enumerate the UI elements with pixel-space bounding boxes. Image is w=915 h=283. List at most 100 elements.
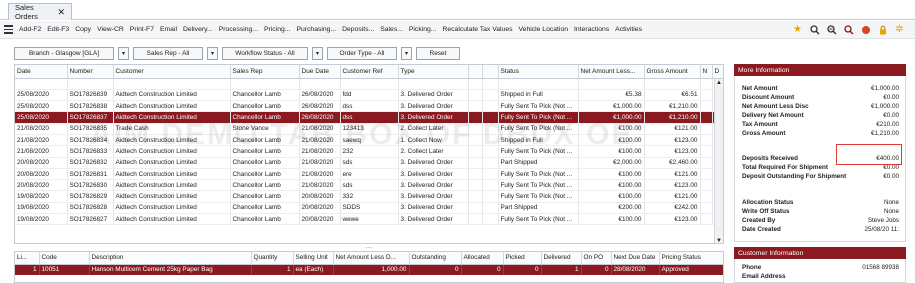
lines-header-picked[interactable]: Picked (503, 252, 542, 265)
lines-header-description[interactable]: Description (89, 252, 252, 265)
lines-header-net-amount[interactable]: Net Amount Less D... (333, 252, 410, 265)
col-header-sales-rep[interactable]: Sales Rep (230, 65, 300, 79)
col-header-customer[interactable]: Customer (113, 65, 231, 79)
sales-rep-filter[interactable]: Sales Rep - All (133, 47, 203, 60)
col-header-blank-1[interactable] (468, 65, 483, 79)
col-header-status[interactable]: Status (498, 65, 579, 79)
settings-icon[interactable]: ✲ (894, 24, 905, 35)
table-row[interactable]: 25/08/2020 SO17826839 Aidtech Construction… (15, 89, 723, 102)
menu-sales[interactable]: Sales... (377, 26, 406, 33)
cell-blank-1 (468, 168, 483, 181)
cell-customer-ref: sds (340, 157, 399, 169)
col-header-customer-ref[interactable]: Customer Ref (340, 65, 399, 79)
cell-number: SO17826838 (67, 100, 114, 113)
cell-customer: Aidtech Construction Limited (113, 168, 231, 181)
lines-header-allocated[interactable]: Allocated (461, 252, 504, 265)
table-row[interactable]: 21/08/2020 SO17826833 Aidtech Construction… (15, 145, 723, 158)
menu-recalculate-tax[interactable]: Recalculate Tax Values (439, 26, 515, 33)
table-row[interactable]: 21/08/2020 SO17826835 Trade Cash Stone Vanc… (15, 123, 723, 135)
info-row-gross-amount: Gross Amount €1,210.00 (742, 130, 899, 137)
lines-header-code[interactable]: Code (39, 252, 90, 265)
cell-blank-1 (468, 100, 483, 113)
menu-add[interactable]: Add-F2 (16, 26, 44, 33)
col-header-n[interactable]: N (700, 65, 713, 79)
menu-picking[interactable]: Picking... (406, 26, 440, 33)
table-row[interactable]: 19/08/2020 SO17826827 Aidtech Construction… (15, 213, 723, 226)
menu-edit[interactable]: Edit-F3 (44, 26, 72, 33)
table-row[interactable]: 20/08/2020 SO17826831 Aidtech Construction… (15, 168, 723, 181)
lines-header-pricing-status[interactable]: Pricing Status (659, 252, 723, 265)
lines-header-delivered[interactable]: Delivered (541, 252, 582, 265)
reset-button[interactable]: Reset (416, 47, 460, 60)
col-header-net-amount[interactable]: Net Amount Less... (578, 65, 645, 79)
cell-gross-amount: €123.00 (644, 179, 701, 192)
menu-pricing[interactable]: Pricing... (261, 26, 293, 33)
cell-sales-rep: Chancellor Lamb (230, 213, 300, 226)
table-row[interactable]: 25/08/2020 SO17826837 Aidtech Construction… (15, 111, 723, 124)
lines-header-on-po[interactable]: On PO (581, 252, 612, 265)
table-row[interactable]: 20/08/2020 SO17826832 Aidtech Construction… (15, 157, 723, 169)
info-row-write-off-status: Write Off Status None (742, 208, 899, 215)
info-row-created-by: Created By Steve Jobs (742, 217, 899, 224)
table-row[interactable]: 25/08/2020 SO17826838 Aidtech Construction… (15, 100, 723, 113)
col-header-number[interactable]: Number (67, 65, 114, 79)
cell-blank-2 (482, 145, 499, 158)
lines-header-outstanding[interactable]: Outstanding (409, 252, 462, 265)
order-type-dropdown-icon[interactable]: ▾ (401, 47, 412, 60)
cell-status: Fully Sent To Pick (Not ... (498, 168, 579, 181)
menu-copy[interactable]: Copy (72, 26, 94, 33)
menu-interactions[interactable]: Interactions (571, 26, 612, 33)
cell-net-amount: €100.00 (578, 123, 645, 135)
cell-status: Fully Sent To Pick (Not ... (498, 123, 579, 135)
tab-sales-orders[interactable]: Sales Orders ✕ (8, 3, 72, 21)
menu-deposits[interactable]: Deposits... (339, 26, 377, 33)
sales-rep-dropdown-icon[interactable]: ▾ (207, 47, 218, 60)
workflow-dropdown-icon[interactable]: ▾ (312, 47, 323, 60)
search-icon[interactable] (809, 24, 820, 35)
star-icon[interactable]: ★ (792, 24, 803, 35)
scroll-up-icon[interactable]: ▲ (716, 80, 722, 86)
lock-icon[interactable] (877, 24, 888, 35)
lines-header-line[interactable]: Li... (15, 252, 40, 265)
workflow-status-filter[interactable]: Workflow Status - All (222, 47, 308, 60)
col-header-type[interactable]: Type (398, 65, 469, 79)
menu-email[interactable]: Email (157, 26, 180, 33)
col-header-blank-2[interactable] (482, 65, 499, 79)
menu-delivery[interactable]: Delivery... (180, 26, 216, 33)
cell-status: Fully Sent To Pick (Not ... (498, 190, 579, 203)
menu-print[interactable]: Print-F7 (127, 26, 157, 33)
cell-gross-amount: €1,210.00 (644, 100, 701, 113)
lines-header-quantity[interactable]: Quantity (251, 252, 294, 265)
lines-header-selling-unit[interactable]: Selling Unit (293, 252, 334, 265)
table-row[interactable]: 20/08/2020 SO17826830 Aidtech Construction… (15, 179, 723, 192)
col-header-date[interactable]: Date (15, 65, 68, 79)
hamburger-menu-icon[interactable] (4, 25, 13, 34)
col-header-due-date[interactable]: Due Date (299, 65, 341, 79)
menu-vehicle-location[interactable]: Vehicle Location (516, 26, 572, 33)
cell-blank-1 (468, 111, 483, 124)
table-row[interactable] (15, 78, 723, 90)
lines-row[interactable]: 1 10051 Hanson Multicem Cement 25kg Pape… (15, 264, 723, 275)
branch-filter[interactable]: Branch - Glasgow [GLA] (14, 47, 114, 60)
cell-date: 25/08/2020 (15, 89, 68, 102)
order-type-filter[interactable]: Order Type - All (327, 47, 397, 60)
menu-view[interactable]: View-CR (94, 26, 127, 33)
grid-vertical-scrollbar[interactable]: ▲ ▼ (714, 79, 723, 243)
table-row[interactable]: 19/08/2020 SO17826829 Aidtech Construction… (15, 190, 723, 203)
lines-header-next-due-date[interactable]: Next Due Date (611, 252, 660, 265)
menu-activities[interactable]: Activities (612, 26, 645, 33)
branch-dropdown-icon[interactable]: ▾ (118, 47, 129, 60)
cell-blank-2 (482, 213, 499, 226)
col-header-d[interactable]: D (712, 65, 723, 79)
table-row[interactable]: 21/08/2020 SO17826834 Aidtech Construction… (15, 134, 723, 147)
more-information-panel: More Information (734, 64, 906, 76)
close-icon[interactable]: ✕ (57, 7, 65, 18)
zoom-icon[interactable] (826, 24, 837, 35)
col-header-gross-amount[interactable]: Gross Amount (644, 65, 701, 79)
user-search-icon[interactable] (843, 24, 854, 35)
table-row[interactable]: 19/08/2020 SO17826828 Aidtech Construction… (15, 202, 723, 215)
menu-processing[interactable]: Processing... (216, 26, 261, 33)
record-icon[interactable] (860, 24, 871, 35)
menu-purchasing[interactable]: Purchasing... (293, 26, 339, 33)
pane-splitter[interactable]: .... (14, 244, 724, 250)
